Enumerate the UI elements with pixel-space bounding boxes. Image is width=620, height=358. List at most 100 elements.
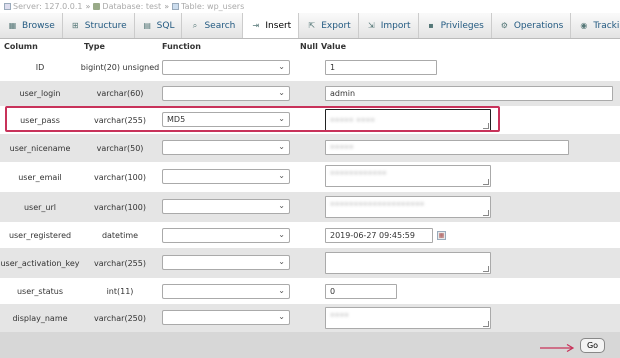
column-name: user_email [18,172,62,182]
tab-privileges[interactable]: ▪ Privileges [419,13,492,38]
chevron-down-icon: ⌄ [278,230,285,239]
function-value: MD5 [167,115,186,124]
value-text: 0 [330,287,336,296]
table-row: user_activation_key varchar(255) ⌄ [0,248,620,278]
table-icon [172,3,180,10]
function-select[interactable]: ⌄ [162,140,290,155]
value-text: 1 [330,63,336,72]
value-input[interactable]: 1 [325,60,437,75]
function-select[interactable]: ⌄ [162,86,290,101]
function-select[interactable]: ⌄ [162,228,290,243]
column-name: user_activation_key [0,258,80,268]
value-text-redacted: ••••• [330,143,354,152]
tab-label: Structure [84,20,127,31]
table-row: user_url varchar(100) ⌄ ••••••••••••••••… [0,192,620,222]
insert-icon: ⇥ [252,21,260,30]
value-input[interactable]: 2019-06-27 09:45:59 [325,228,433,243]
tab-operations[interactable]: ⚙ Operations [492,13,572,38]
breadcrumb-server[interactable]: Server: 127.0.0.1 [13,2,83,11]
function-select[interactable]: ⌄ [162,199,290,214]
tab-bar: ▦ Browse ⊞ Structure ▤ SQL ⌕ Search ⇥ Insert … [0,13,620,39]
value-input[interactable]: admin [325,86,613,101]
value-text-redacted: •••••••••••••••••••• [330,200,425,209]
value-textarea[interactable]: •••• [325,307,491,329]
tab-label: SQL [156,20,175,31]
column-type: varchar(50) [96,143,144,153]
form-footer [0,332,620,358]
breadcrumb-database[interactable]: Database: test [102,2,161,11]
chevron-down-icon: ⌄ [278,88,285,97]
breadcrumb: Server: 127.0.0.1 » Database: test » Tab… [0,0,620,13]
chevron-down-icon: ⌄ [278,114,285,123]
sql-icon: ▤ [143,21,151,30]
column-type: varchar(60) [96,89,144,98]
function-select[interactable]: ⌄ [162,284,290,299]
privileges-icon: ▪ [428,21,434,30]
header-null: Null [300,42,318,51]
operations-icon: ⚙ [500,21,508,30]
tab-structure[interactable]: ⊞ Structure [63,13,135,38]
header-function: Function [162,42,201,51]
table-row: user_nicename varchar(50) ⌄ ••••• [0,134,620,162]
column-type: bigint(20) unsigned [80,63,160,72]
chevron-down-icon: ⌄ [278,312,285,321]
column-type: int(11) [106,286,134,296]
column-name: user_registered [8,230,72,240]
value-text: 2019-06-27 09:45:59 [330,231,415,240]
column-name: ID [35,63,45,72]
breadcrumb-separator: » [164,2,170,11]
tab-browse[interactable]: ▦ Browse [0,13,63,38]
tracking-icon: ◉ [580,21,588,30]
column-name: user_pass [20,115,60,125]
table-header: Column Type Function Null Value [0,39,620,54]
value-textarea[interactable]: •••••••••••• [325,165,491,187]
header-type: Type [84,42,105,51]
column-type: varchar(255) [94,258,146,268]
server-icon [4,3,11,10]
value-text: admin [330,89,356,98]
column-type: varchar(255) [94,115,146,125]
go-button[interactable]: Go [580,338,605,353]
structure-icon: ⊞ [71,21,79,30]
chevron-down-icon: ⌄ [278,286,285,295]
function-select[interactable]: ⌄ [162,310,290,325]
chevron-down-icon: ⌄ [278,142,285,151]
tab-sql[interactable]: ▤ SQL [135,13,183,38]
browse-icon: ▦ [8,21,17,30]
table-row: user_registered datetime ⌄ 2019-06-27 09… [0,222,620,248]
chevron-down-icon: ⌄ [278,62,285,71]
function-select[interactable]: ⌄ [162,60,290,75]
table-row: ID bigint(20) unsigned ⌄ 1 [0,54,620,81]
tab-import[interactable]: ⇲ Import [359,13,419,38]
column-name: user_nicename [9,143,71,153]
function-select[interactable]: ⌄ [162,255,290,270]
value-textarea[interactable]: ••••• •••• [325,109,491,131]
export-icon: ⇱ [308,21,316,30]
value-input[interactable]: ••••• [325,140,569,155]
table-row: user_status int(11) ⌄ 0 [0,278,620,304]
tab-label: Operations [513,20,564,31]
value-textarea[interactable] [325,252,491,274]
tab-search[interactable]: ⌕ Search [182,13,244,38]
value-text-redacted: •••• [330,311,349,320]
tab-label: Tracking [593,20,620,31]
value-input[interactable]: 0 [325,284,397,299]
function-select[interactable]: MD5 ⌄ [162,112,290,127]
search-icon: ⌕ [192,20,198,30]
table-row: user_email varchar(100) ⌄ •••••••••••• [0,162,620,192]
calendar-icon[interactable]: ▦ [437,231,446,240]
table-row: user_login varchar(60) ⌄ admin [0,81,620,106]
tab-label: Browse [22,20,55,31]
tab-tracking[interactable]: ◉ Tracking [571,13,620,38]
column-type: varchar(250) [94,313,146,323]
arrow-right-icon [540,344,575,352]
insert-form-table: Column Type Function Null Value [0,39,620,54]
table-row: user_pass varchar(255) MD5 ⌄ ••••• •••• [0,106,620,134]
column-type: varchar(100) [94,202,146,212]
value-textarea[interactable]: •••••••••••••••••••• [325,196,491,218]
breadcrumb-table[interactable]: Table: wp_users [181,2,244,11]
tab-label: Export [321,20,351,31]
tab-insert[interactable]: ⇥ Insert [243,13,300,38]
tab-export[interactable]: ⇱ Export [299,13,359,38]
function-select[interactable]: ⌄ [162,169,290,184]
